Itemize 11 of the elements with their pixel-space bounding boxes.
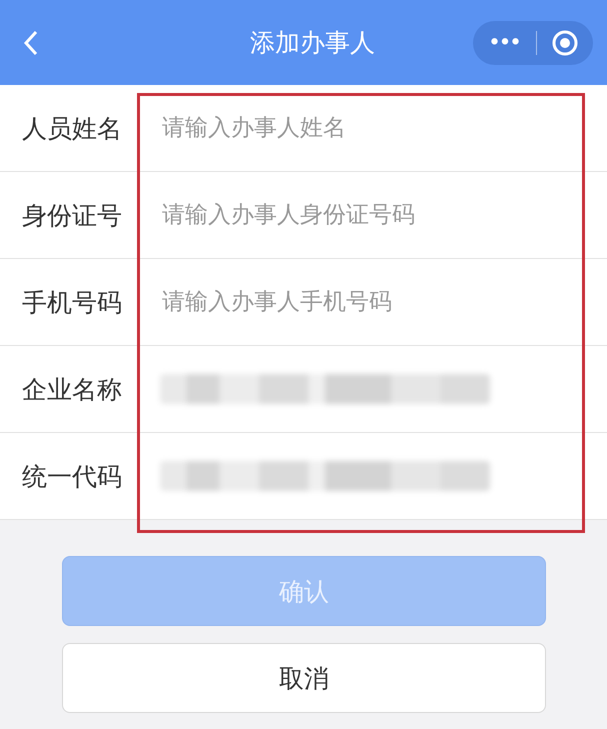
field-label: 统一代码 (22, 460, 123, 492)
page-title: 添加办事人 (249, 27, 376, 59)
field-label: 身份证号 (22, 200, 123, 232)
input-field[interactable]: 请输入办事人身份证号码 (160, 201, 584, 229)
more-button[interactable]: ••• (473, 32, 536, 53)
input-field[interactable]: 请输入办事人手机号码 (160, 288, 584, 316)
field-label: 企业名称 (22, 374, 123, 406)
field-label: 人员姓名 (22, 112, 123, 144)
field-label: 手机号码 (22, 286, 123, 318)
input-field[interactable]: 请输入办事人姓名 (160, 114, 584, 142)
cancel-button[interactable]: 取消 (62, 643, 546, 713)
